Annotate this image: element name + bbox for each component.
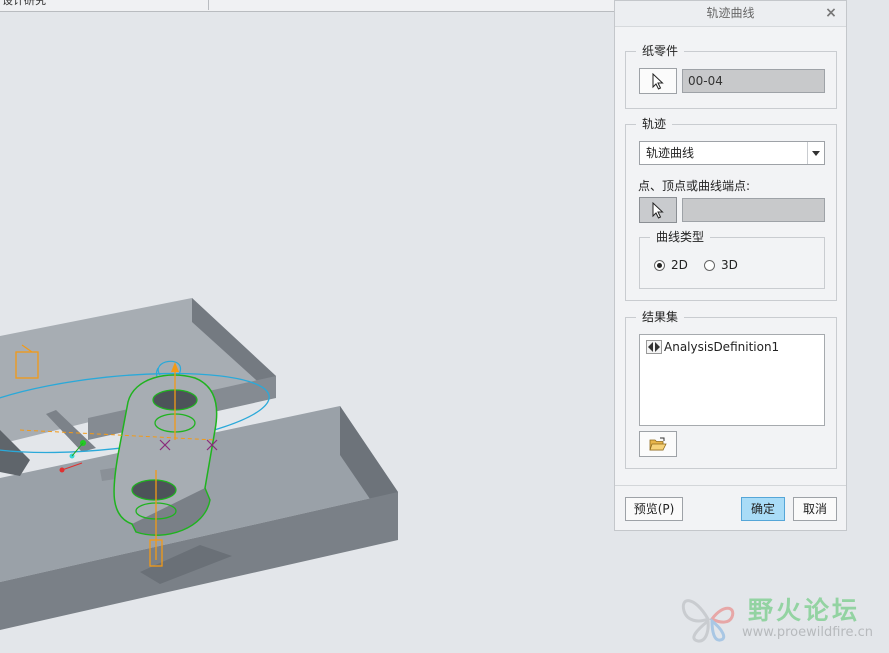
cancel-button[interactable]: 取消 xyxy=(793,497,837,521)
analysis-arrows-icon xyxy=(646,340,662,354)
butterfly-logo-icon xyxy=(681,599,735,643)
model-graphic xyxy=(0,298,398,630)
design-study-tab[interactable]: 设计研究 xyxy=(0,0,209,10)
curve-type-legend: 曲线类型 xyxy=(650,230,711,244)
points-label: 点、顶点或曲线端点: xyxy=(638,179,751,193)
preview-button[interactable]: 预览(P) xyxy=(625,497,683,521)
chevron-down-icon[interactable] xyxy=(807,142,824,164)
watermark: 野火论坛 www.proewildfire.cn xyxy=(678,585,886,647)
close-icon[interactable]: × xyxy=(824,1,838,26)
result-list[interactable]: AnalysisDefinition1 xyxy=(639,334,825,426)
ok-button[interactable]: 确定 xyxy=(741,497,785,521)
result-set-legend: 结果集 xyxy=(636,310,685,324)
radio-2d-label: 2D xyxy=(671,258,688,272)
trajectory-legend: 轨迹 xyxy=(636,117,673,131)
list-item-label: AnalysisDefinition1 xyxy=(664,340,780,354)
trajectory-type-dropdown[interactable]: 轨迹曲线 xyxy=(639,141,825,165)
dialog-title: 轨迹曲线 xyxy=(706,6,755,20)
open-result-button[interactable] xyxy=(639,431,677,457)
radio-3d-label: 3D xyxy=(721,258,738,272)
trajectory-group: 轨迹 轨迹曲线 点、顶点或曲线端点: 曲线类型 2D 3D xyxy=(625,117,837,301)
dialog-title-bar: 轨迹曲线 × xyxy=(615,1,846,27)
watermark-url: www.proewildfire.cn xyxy=(742,625,873,640)
dialog-footer-divider xyxy=(615,485,846,486)
paper-part-legend: 纸零件 xyxy=(636,44,685,58)
trajectory-type-value: 轨迹曲线 xyxy=(646,146,695,160)
radio-3d[interactable]: 3D xyxy=(704,258,738,272)
radio-2d[interactable]: 2D xyxy=(654,258,688,272)
model-viewport[interactable] xyxy=(0,12,614,653)
folder-open-icon xyxy=(649,437,667,450)
cursor-arrow-icon xyxy=(652,201,664,219)
curve-type-group: 曲线类型 2D 3D xyxy=(639,230,825,289)
top-toolbar-strip: 设计研究 xyxy=(0,0,614,12)
paper-part-select-button[interactable] xyxy=(639,68,677,94)
points-field[interactable] xyxy=(682,198,825,222)
points-select-button[interactable] xyxy=(639,197,677,223)
paper-part-group: 纸零件 00-04 xyxy=(625,44,837,109)
trajectory-curve-dialog: 轨迹曲线 × 纸零件 00-04 轨迹 轨迹曲线 点、顶点或曲线端点: 曲线类型… xyxy=(614,0,847,531)
watermark-brand: 野火论坛 xyxy=(748,596,861,625)
paper-part-field[interactable]: 00-04 xyxy=(682,69,825,93)
cursor-arrow-icon xyxy=(652,72,664,90)
result-set-group: 结果集 AnalysisDefinition1 xyxy=(625,310,837,469)
radio-3d-dot xyxy=(704,259,715,271)
list-item[interactable]: AnalysisDefinition1 xyxy=(646,340,779,354)
radio-2d-dot xyxy=(654,259,665,271)
